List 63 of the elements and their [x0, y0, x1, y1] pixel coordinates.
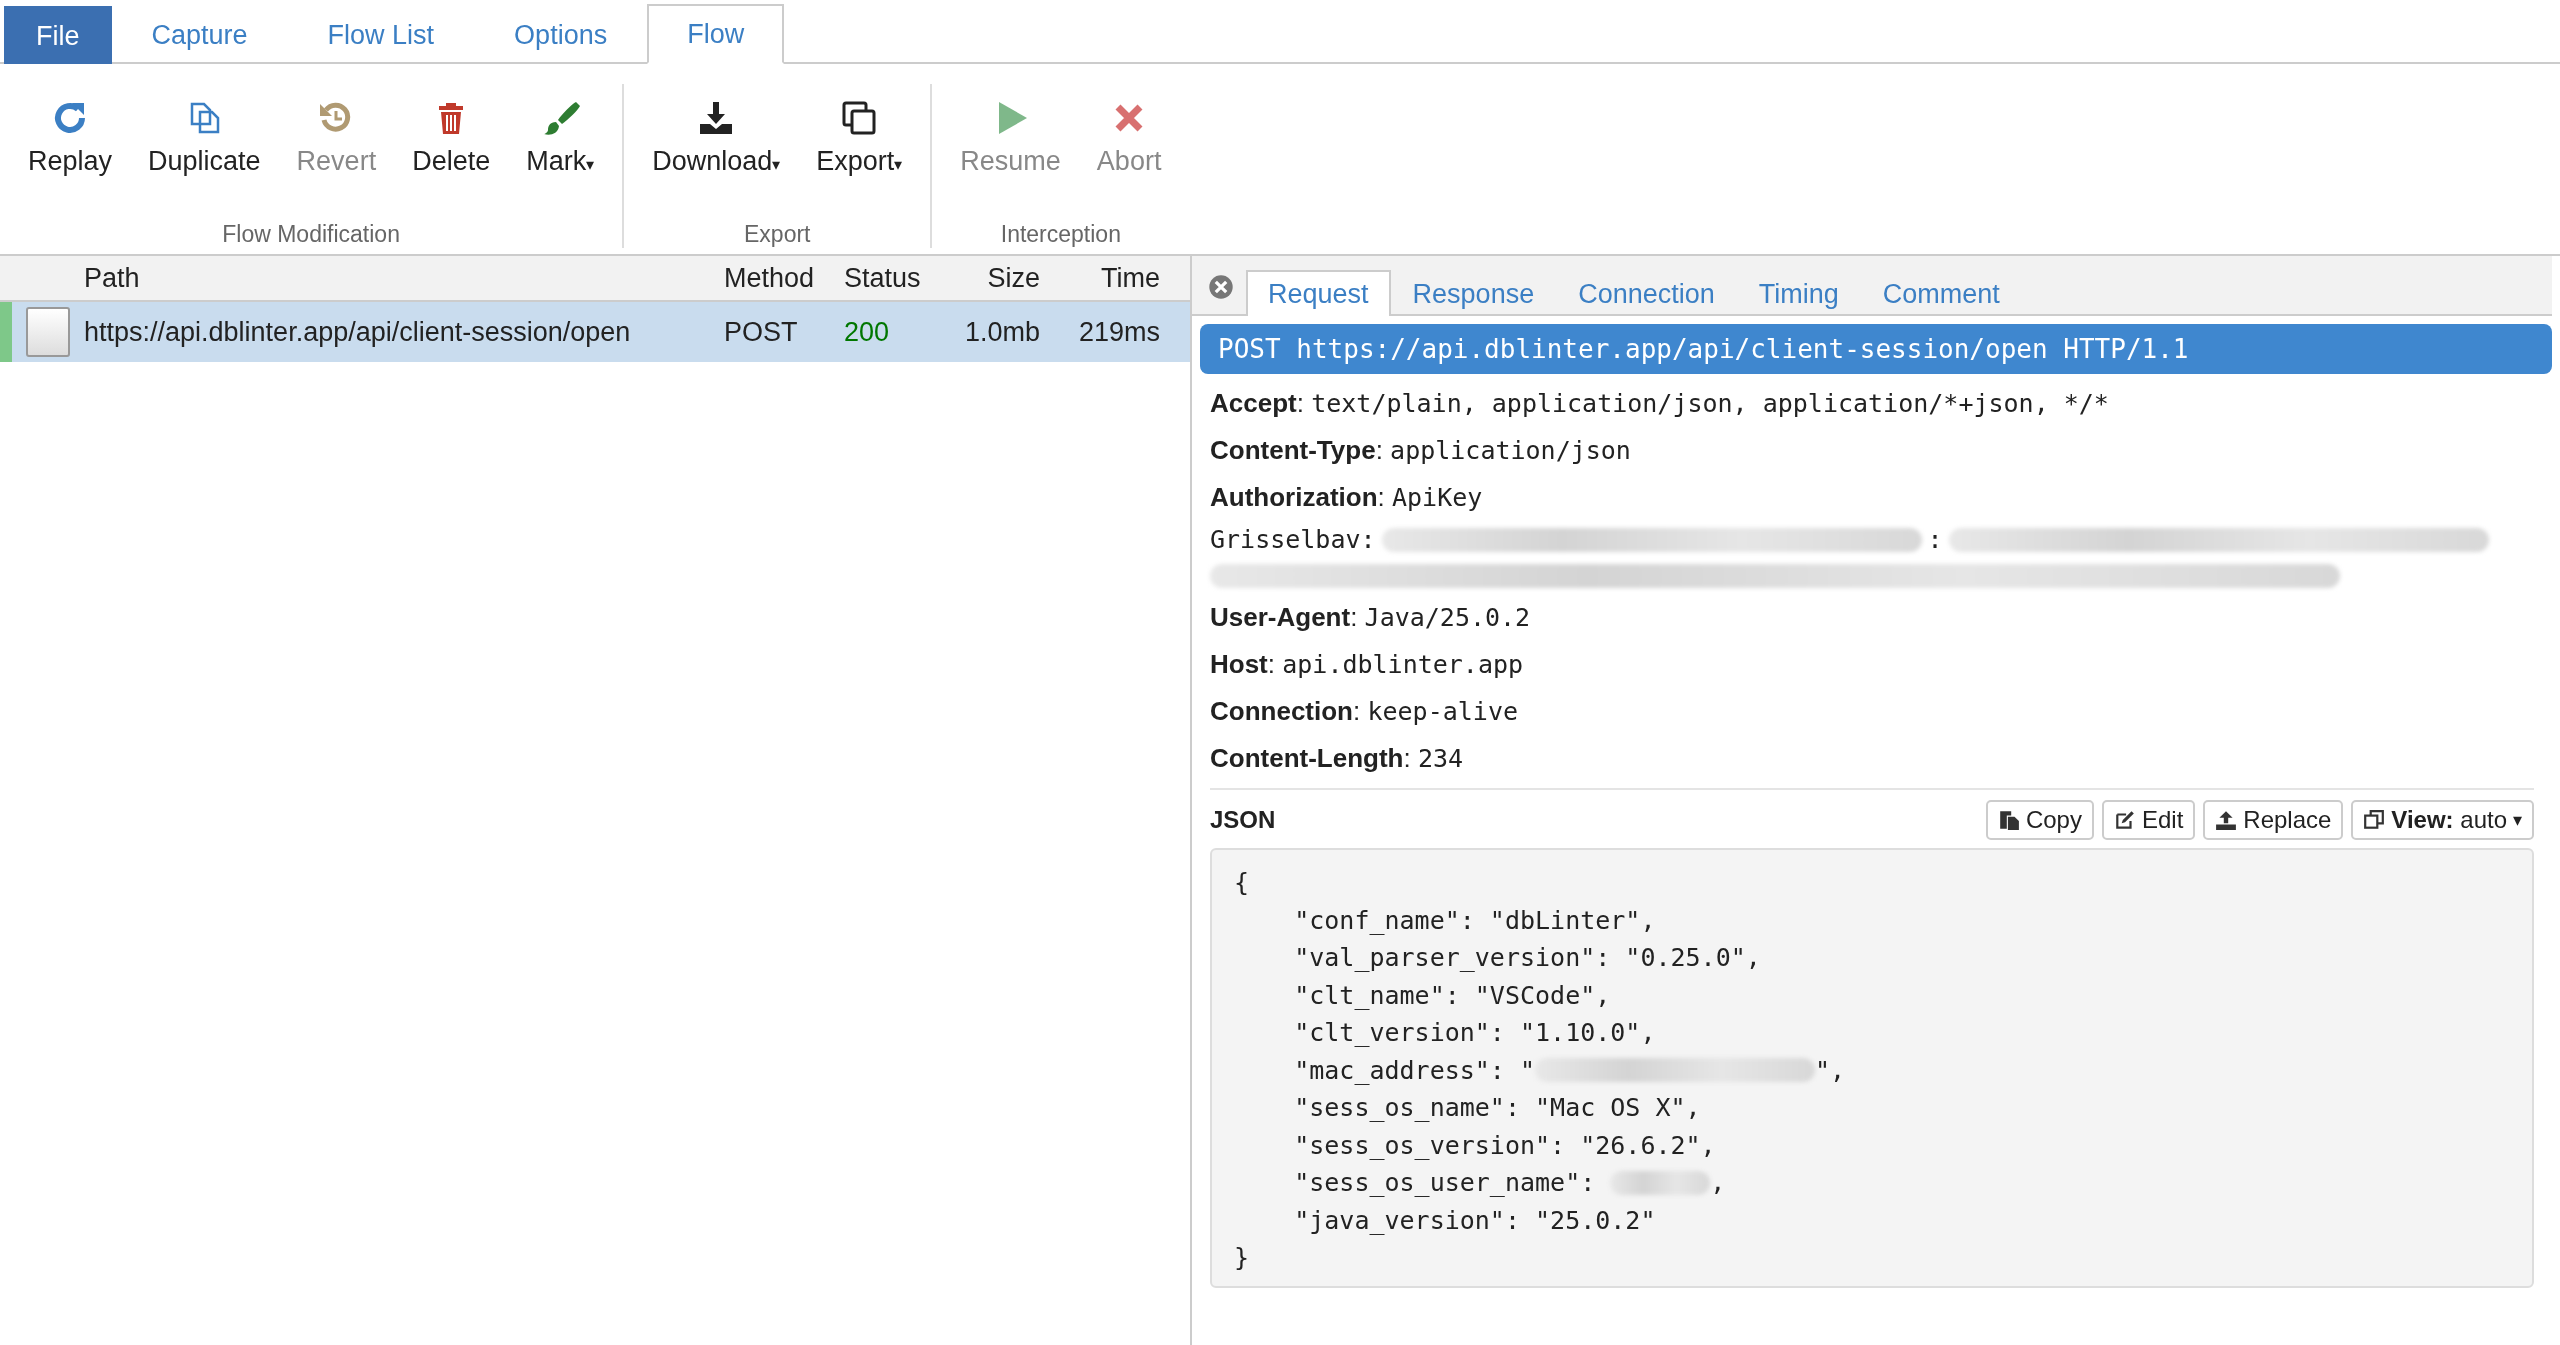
file-menu-button[interactable]: File	[4, 6, 112, 64]
content-button[interactable]: Copy	[1985, 800, 2094, 840]
code-line: "clt_version": "1.10.0",	[1293, 1017, 1656, 1049]
group-label: Flow Modification	[221, 220, 401, 248]
header-line: Accept: text/plain, application/json, application/*+json, */*	[1210, 387, 2110, 420]
table-cell-text: 200	[844, 316, 891, 348]
detail-tab[interactable]: Response	[1390, 270, 1557, 316]
toolbar-button[interactable]: Export▾	[798, 84, 921, 217]
content-button[interactable]: Replace	[2203, 800, 2344, 840]
header-line: Content-Length: 234	[1210, 742, 1465, 775]
header-line: Authorization: ApiKey	[1210, 481, 1484, 514]
close-icon[interactable]	[1208, 274, 1234, 300]
code-line: {	[1234, 867, 1250, 899]
column-header[interactable]: Path	[84, 262, 724, 294]
header-line: User-Agent: Java/25.0.2	[1210, 601, 1532, 634]
detail-tab[interactable]: Comment	[1860, 270, 2022, 316]
code-line: ",	[1815, 1054, 1846, 1087]
group-label: Export	[743, 220, 812, 248]
flow-row[interactable]: https://api.dblinter.app/api/client-session/open POST 200 1.0mb 219ms	[0, 302, 1190, 362]
detail-tab[interactable]: Connection	[1556, 270, 1737, 316]
table-cell-text: https://api.dblinter.app/api/client-session/open	[84, 316, 632, 348]
toolbar-button[interactable]: Download▾	[634, 84, 799, 217]
document-icon	[26, 307, 70, 357]
code-line: ,	[1710, 1167, 1726, 1199]
column-header[interactable]: Status	[844, 262, 960, 294]
upload-icon	[2215, 809, 2238, 831]
content-button[interactable]: Edit	[2101, 800, 2196, 840]
code-line: }	[1234, 1242, 1250, 1274]
code-line: "mac_address": "	[1293, 1054, 1536, 1087]
column-header[interactable]: Time	[1040, 262, 1160, 294]
code-line: "conf_name": "dbLinter",	[1293, 904, 1656, 937]
column-header[interactable]: Size	[960, 262, 1040, 294]
clone-icon	[2363, 809, 2386, 831]
content-button[interactable]: View: auto ▾	[2351, 800, 2534, 840]
menu-tab[interactable]: Capture	[111, 4, 288, 64]
code-line: "clt_name": "VSCode",	[1293, 979, 1611, 1012]
code-line: "sess_os_user_name":	[1293, 1167, 1597, 1199]
column-header[interactable]: Method	[724, 262, 844, 294]
code-line: "sess_os_version": "26.6.2",	[1293, 1129, 1716, 1162]
table-cell-text: 219ms	[1077, 316, 1160, 348]
code-line: "sess_os_name": "Mac OS X",	[1293, 1092, 1701, 1124]
toolbar-button[interactable]: Duplicate	[130, 84, 279, 217]
toolbar-button[interactable]: Replay	[10, 84, 131, 217]
header-value: :	[1927, 525, 1943, 554]
clipboard-icon	[1997, 809, 2020, 831]
toolbar-button[interactable]: Mark▾	[508, 84, 613, 217]
detail-tab[interactable]: Request	[1246, 270, 1391, 316]
detail-tab[interactable]: Timing	[1736, 270, 1861, 316]
header-line: Host: api.dblinter.app	[1210, 648, 1525, 681]
header-value: Grisselbav:	[1210, 525, 1376, 554]
header-line: Content-Type: application/json	[1210, 434, 1632, 467]
menu-tab[interactable]: Flow	[647, 4, 785, 64]
menu-tab[interactable]: Options	[474, 4, 648, 64]
table-cell-text: 1.0mb	[963, 316, 1040, 348]
content-type-label: JSON	[1210, 806, 1277, 834]
table-cell-text: POST	[724, 316, 799, 348]
toolbar-button[interactable]: Delete	[394, 84, 509, 217]
group-label: Interception	[999, 220, 1122, 248]
code-line: "val_parser_version": "0.25.0",	[1293, 942, 1761, 974]
code-line: "java_version": "25.0.2"	[1293, 1204, 1656, 1237]
menu-tab[interactable]: Flow List	[287, 4, 475, 64]
edit-icon	[2113, 809, 2136, 831]
header-line: Connection: keep-alive	[1210, 695, 1519, 728]
